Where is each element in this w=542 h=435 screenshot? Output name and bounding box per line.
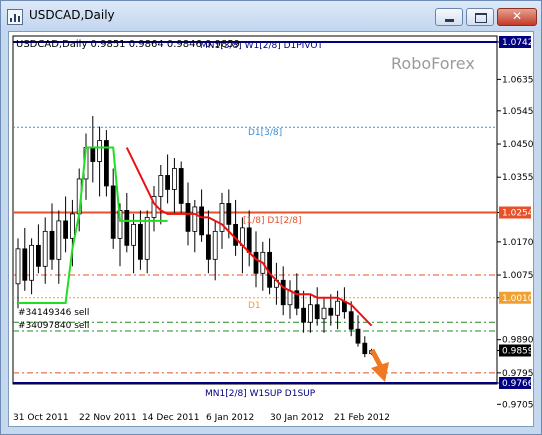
chart-window: USDCAD,Daily USDCAD,Daily 0.9851 0.9864 … xyxy=(0,0,542,435)
price-label: 1.0742 xyxy=(502,38,533,48)
chart-area[interactable]: USDCAD,Daily 0.9851 0.9864 0.9846 0.9859… xyxy=(8,31,534,427)
candle-body xyxy=(70,213,75,239)
candle-body xyxy=(165,175,171,190)
date-label: 6 Jan 2012 xyxy=(206,413,254,423)
forecast-arrow-icon xyxy=(369,348,389,382)
candle-body xyxy=(355,328,361,344)
candle-body xyxy=(49,230,55,260)
title-bar[interactable]: USDCAD,Daily xyxy=(1,1,541,31)
price-label: 0.9705 xyxy=(502,400,533,410)
candle-body xyxy=(56,220,62,260)
candle-body xyxy=(253,251,259,274)
candle-body xyxy=(144,216,150,260)
candle-body xyxy=(321,307,327,320)
price-label: 1.0010 xyxy=(502,294,533,304)
candle-body xyxy=(15,248,21,285)
date-label: 22 Nov 2011 xyxy=(79,413,137,423)
maximize-button[interactable] xyxy=(466,8,494,26)
candle-body xyxy=(185,203,191,232)
price-label: 0.9766 xyxy=(502,379,533,389)
price-label: 1.0450 xyxy=(502,140,533,150)
candle-body xyxy=(110,185,116,239)
date-label: 30 Jan 2012 xyxy=(270,413,324,423)
candle-body xyxy=(348,311,354,330)
trade-label: #34097840 sell xyxy=(18,321,89,331)
candle-body xyxy=(205,234,211,260)
candle-body xyxy=(137,223,143,260)
price-label: 0.9859 xyxy=(502,347,533,357)
candle-body xyxy=(97,140,102,162)
candle-body xyxy=(90,147,96,162)
trade-label: #34149346 sell xyxy=(18,308,89,318)
candle-body xyxy=(301,307,307,323)
candle-body xyxy=(335,300,341,316)
candle-body xyxy=(35,244,41,267)
close-button[interactable] xyxy=(497,8,537,26)
candle-body xyxy=(233,223,239,246)
candle-body xyxy=(328,307,334,316)
level-label-d1-2-8: [1/8] D1[2/8] xyxy=(243,216,302,226)
watermark: RoboForex xyxy=(391,54,475,73)
candle-body xyxy=(192,206,198,232)
candle-body xyxy=(226,203,232,225)
date-label: 14 Dec 2011 xyxy=(142,413,200,423)
minimize-button[interactable] xyxy=(435,8,463,26)
price-label: 1.0635 xyxy=(502,75,533,85)
candle-body xyxy=(178,168,184,204)
candle-body xyxy=(63,220,68,239)
date-label: 31 Oct 2011 xyxy=(13,413,69,423)
level-label-d1-3-8: D1[3/8] xyxy=(248,128,282,138)
plot-frame xyxy=(12,35,498,385)
candle-body xyxy=(131,223,136,246)
level-label-d1: D1 xyxy=(248,301,261,311)
price-label: 1.0254 xyxy=(502,209,533,219)
candle-body xyxy=(171,168,177,190)
candle-body xyxy=(307,304,313,323)
candle-body xyxy=(212,230,218,260)
candle-body xyxy=(287,290,293,306)
price-label: 1.0355 xyxy=(502,173,533,183)
candle-body xyxy=(22,248,28,281)
price-chart[interactable]: USDCAD,Daily 0.9851 0.9864 0.9846 0.9859… xyxy=(9,32,534,426)
date-label: 21 Feb 2012 xyxy=(334,413,390,423)
price-label: 1.0075 xyxy=(502,271,533,281)
window-title: USDCAD,Daily xyxy=(29,8,115,22)
candle-body xyxy=(280,279,286,306)
candle-body xyxy=(199,206,205,236)
chart-icon xyxy=(7,9,23,25)
candle-body xyxy=(314,304,320,320)
candle-body xyxy=(362,342,368,355)
candle-body xyxy=(42,230,48,267)
level-label-pivot: MN1[3/8] W1[2/8] D1PIVOT xyxy=(200,41,323,51)
level-label-support: MN1[2/8] W1SUP D1SUP xyxy=(205,389,316,399)
candle-body xyxy=(158,175,164,197)
price-label: 1.0170 xyxy=(502,238,533,248)
candle-body xyxy=(124,210,130,246)
price-label: 1.0545 xyxy=(502,107,533,117)
candle-body xyxy=(246,227,252,253)
candle-body xyxy=(29,244,35,281)
price-label: 0.9890 xyxy=(502,336,533,346)
